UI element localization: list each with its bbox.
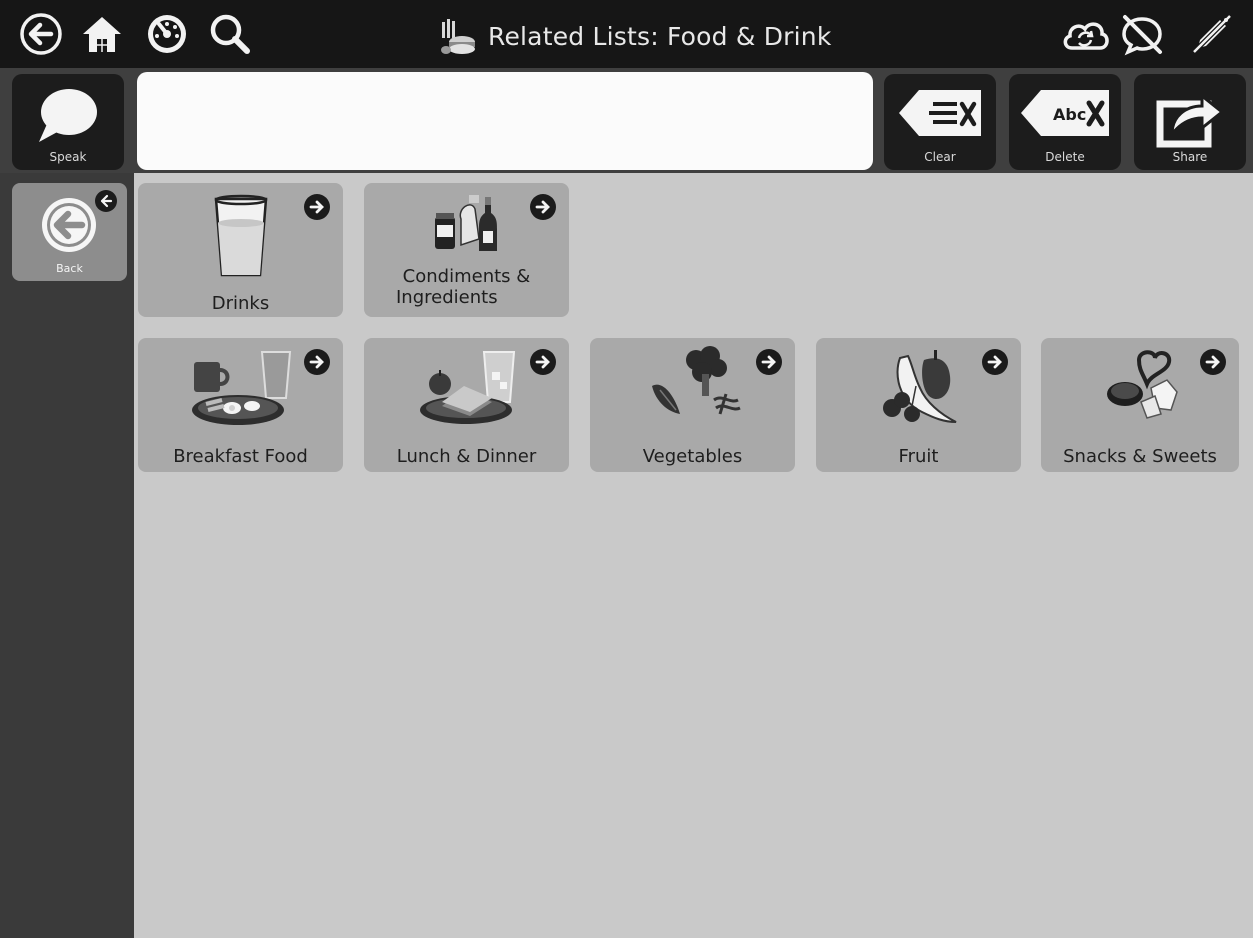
delete-label: Delete (1045, 150, 1085, 164)
home-icon[interactable] (80, 12, 124, 56)
back-arrow-icon[interactable] (19, 12, 63, 56)
tile-label: Lunch & Dinner (396, 446, 537, 467)
tile-snacks-sweets[interactable]: Snacks & Sweets (1041, 338, 1239, 472)
share-icon (1156, 92, 1225, 148)
tile-label: Condiments & Ingredients (364, 266, 569, 308)
tile-fruit[interactable]: Fruit (816, 338, 1021, 472)
share-label: Share (1172, 150, 1208, 164)
open-list-arrow-icon (756, 349, 782, 375)
tile-drinks[interactable]: Drinks (138, 183, 343, 317)
tile-label: Drinks (211, 293, 270, 314)
tile-label-line-1: Condiments & (402, 266, 531, 287)
back-circle-icon (42, 190, 117, 252)
sidebar: Back (0, 173, 134, 938)
tile-label: Fruit (898, 446, 939, 467)
tile-label-line-2: Ingredients (396, 287, 498, 308)
clear-button[interactable]: Clear (884, 74, 996, 170)
page-title: Related Lists: Food & Drink (440, 14, 832, 58)
share-button[interactable]: Share (1134, 74, 1246, 170)
chat-off-icon[interactable] (1120, 12, 1164, 56)
open-list-arrow-icon (304, 349, 330, 375)
speak-button[interactable]: Speak (12, 74, 124, 170)
condiment-bottles-icon (434, 195, 497, 251)
tile-lunch-dinner[interactable]: Lunch & Dinner (364, 338, 569, 472)
tile-label: Breakfast Food (173, 446, 308, 467)
tile-condiments-ingredients[interactable]: Condiments & Ingredients (364, 183, 569, 317)
open-list-arrow-icon (982, 349, 1008, 375)
open-list-arrow-icon (530, 194, 556, 220)
edit-off-icon[interactable] (1190, 12, 1234, 56)
tile-breakfast-food[interactable]: Breakfast Food (138, 338, 343, 472)
top-navigation-bar: Related Lists: Food & Drink (0, 0, 1253, 68)
tile-vegetables[interactable]: Vegetables (590, 338, 795, 472)
delete-button[interactable]: Abc Delete (1009, 74, 1121, 170)
tile-label: Snacks & Sweets (1063, 446, 1217, 467)
clear-label: Clear (924, 150, 956, 164)
glass-of-water-icon (214, 194, 267, 277)
delete-word-icon: Abc (1021, 90, 1109, 136)
speak-label: Speak (49, 150, 87, 164)
search-icon[interactable] (208, 12, 252, 56)
delete-key-text: Abc (1053, 105, 1086, 124)
tile-label: Vegetables (642, 446, 743, 467)
back-label: Back (56, 262, 83, 275)
food-drink-icon (441, 19, 475, 54)
speech-bubble-icon (39, 89, 97, 142)
message-toolbar: Speak Clear Abc Delete Share (0, 68, 1253, 173)
cloud-sync-icon[interactable] (1060, 12, 1109, 56)
vegetables-icon (651, 346, 741, 415)
snacks-icon (1107, 350, 1178, 419)
breakfast-plate-icon (191, 351, 291, 425)
back-tile[interactable]: Back (12, 183, 127, 281)
message-bar[interactable] (137, 72, 873, 170)
fruit-icon (882, 350, 956, 423)
speedometer-icon[interactable] (145, 12, 189, 56)
open-list-arrow-icon (304, 194, 330, 220)
sandwich-plate-icon (419, 351, 515, 424)
open-list-arrow-icon (530, 349, 556, 375)
clear-text-icon (899, 90, 981, 136)
open-list-arrow-icon (1200, 349, 1226, 375)
title-text: Related Lists: Food & Drink (488, 21, 832, 51)
